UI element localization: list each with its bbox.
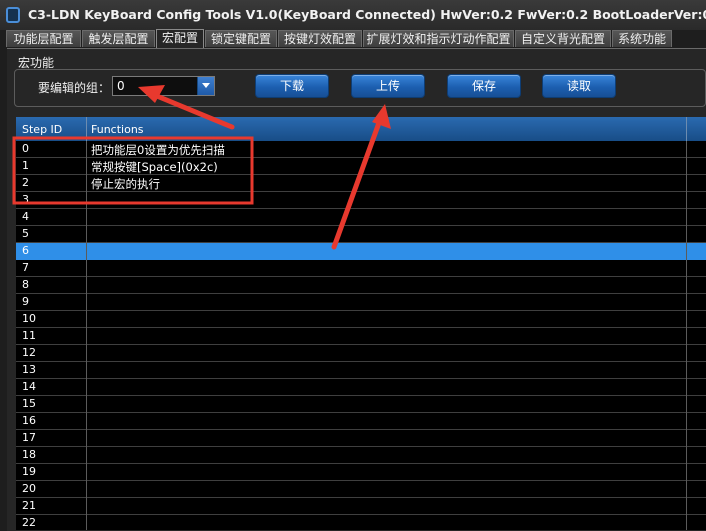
step-id-cell: 12 <box>22 346 36 359</box>
step-id-cell: 16 <box>22 414 36 427</box>
table-row[interactable]: 1 常规按键[Space](0x2c) <box>16 158 706 175</box>
column-divider <box>686 141 687 530</box>
edit-group-label: 要编辑的组： <box>38 81 111 95</box>
app-icon <box>6 7 20 23</box>
table-row[interactable]: 20 <box>16 481 706 498</box>
step-id-cell: 21 <box>22 499 36 512</box>
column-header-functions[interactable]: Functions <box>91 123 144 136</box>
table-row[interactable]: 21 <box>16 498 706 515</box>
column-divider <box>86 117 87 141</box>
function-cell: 停止宏的执行 <box>91 177 160 191</box>
table-row[interactable]: 14 <box>16 379 706 396</box>
table-row[interactable]: 18 <box>16 447 706 464</box>
save-button[interactable]: 保存 <box>447 74 521 98</box>
table-row[interactable]: 11 <box>16 328 706 345</box>
table-row[interactable]: 4 <box>16 209 706 226</box>
read-button[interactable]: 读取 <box>542 74 616 98</box>
column-header-step-id[interactable]: Step ID <box>22 123 62 136</box>
table-row[interactable]: 9 <box>16 294 706 311</box>
step-id-cell: 4 <box>22 210 29 223</box>
step-id-cell: 0 <box>22 142 29 155</box>
table-row[interactable]: 7 <box>16 260 706 277</box>
chevron-down-icon[interactable] <box>197 77 214 95</box>
step-id-cell: 6 <box>22 244 29 257</box>
table-row[interactable]: 13 <box>16 362 706 379</box>
group-select-value: 0 <box>117 79 125 93</box>
function-cell: 把功能层0设置为优先扫描 <box>91 143 225 157</box>
tab-lock-key[interactable]: 锁定键配置 <box>205 30 277 47</box>
step-id-cell: 18 <box>22 448 36 461</box>
step-id-cell: 7 <box>22 261 29 274</box>
table-row[interactable]: 17 <box>16 430 706 447</box>
table-row[interactable]: 2 停止宏的执行 <box>16 175 706 192</box>
step-id-cell: 8 <box>22 278 29 291</box>
step-id-cell: 20 <box>22 482 36 495</box>
tab-extended-light-indicator[interactable]: 扩展灯效和指示灯动作配置 <box>363 30 514 47</box>
step-id-cell: 11 <box>22 329 36 342</box>
step-id-cell: 5 <box>22 227 29 240</box>
table-row[interactable]: 22 <box>16 515 706 530</box>
table-header: Step ID Functions <box>16 117 706 141</box>
step-id-cell: 3 <box>22 193 29 206</box>
step-id-cell: 9 <box>22 295 29 308</box>
table-row[interactable]: 19 <box>16 464 706 481</box>
step-id-cell: 13 <box>22 363 36 376</box>
upload-button[interactable]: 上传 <box>351 74 425 98</box>
step-id-cell: 19 <box>22 465 36 478</box>
column-divider <box>86 141 87 530</box>
tab-key-light-effect[interactable]: 按键灯效配置 <box>278 30 362 47</box>
download-button[interactable]: 下载 <box>255 74 329 98</box>
title-bar: C3-LDN KeyBoard Config Tools V1.0(KeyBoa… <box>0 0 706 30</box>
tab-custom-backlight[interactable]: 自定义背光配置 <box>515 30 611 47</box>
step-id-cell: 14 <box>22 380 36 393</box>
step-id-cell: 1 <box>22 159 29 172</box>
table-row[interactable]: 15 <box>16 396 706 413</box>
table-row[interactable]: 6 <box>16 243 706 260</box>
table-row[interactable]: 0 把功能层0设置为优先扫描 <box>16 141 706 158</box>
group-select[interactable]: 0 <box>112 76 215 96</box>
macro-steps-table[interactable]: Step ID Functions 0 把功能层0设置为优先扫描 1 常规按键[Spa… <box>16 117 706 530</box>
tab-trigger-layer[interactable]: 触发层配置 <box>82 30 155 47</box>
tab-function-layer[interactable]: 功能层配置 <box>6 30 81 47</box>
tab-system-function[interactable]: 系统功能 <box>612 30 672 47</box>
column-divider <box>686 117 687 141</box>
step-id-cell: 10 <box>22 312 36 325</box>
table-row[interactable]: 5 <box>16 226 706 243</box>
step-id-cell: 2 <box>22 176 29 189</box>
table-row[interactable]: 10 <box>16 311 706 328</box>
function-cell: 常规按键[Space](0x2c) <box>91 160 218 174</box>
table-row[interactable]: 16 <box>16 413 706 430</box>
macro-group-label: 宏功能 <box>18 56 55 70</box>
table-row[interactable]: 12 <box>16 345 706 362</box>
tab-macro[interactable]: 宏配置 <box>156 29 204 48</box>
step-id-cell: 17 <box>22 431 36 444</box>
step-id-cell: 15 <box>22 397 36 410</box>
step-id-cell: 22 <box>22 516 36 529</box>
table-row[interactable]: 8 <box>16 277 706 294</box>
window-title: C3-LDN KeyBoard Config Tools V1.0(KeyBoa… <box>28 7 706 22</box>
table-row[interactable]: 3 <box>16 192 706 209</box>
